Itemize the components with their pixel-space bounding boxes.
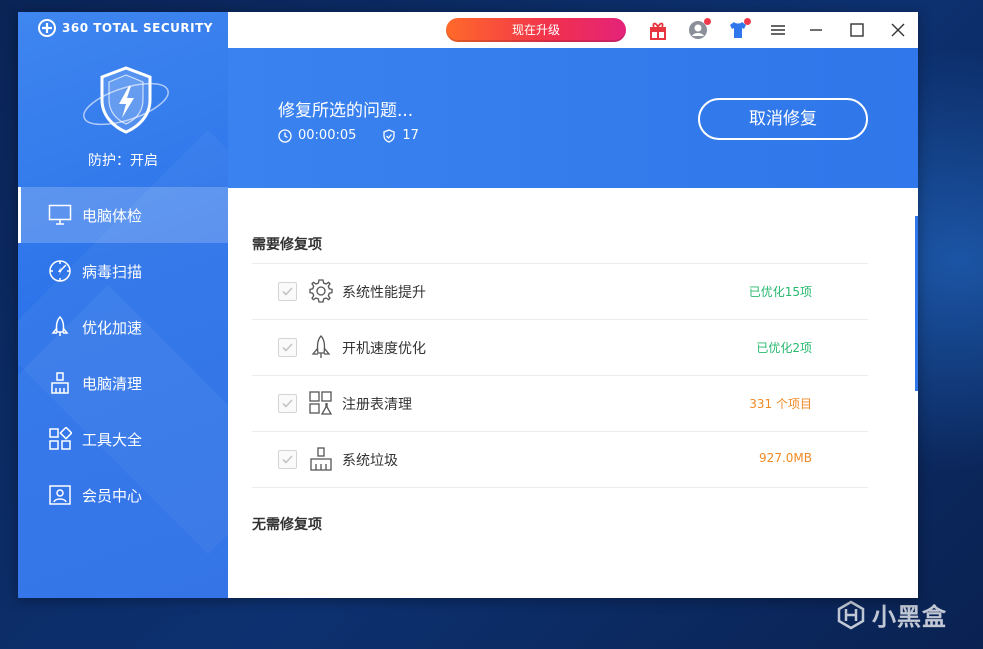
sidebar-item-label: 电脑清理: [82, 374, 143, 393]
sidebar: 360 TOTAL SECURITY 防护：开启 电脑体检 病毒扫描 优化加速 …: [18, 12, 228, 598]
item-status: 已优化2项: [756, 341, 812, 355]
item-checkbox[interactable]: [278, 282, 297, 301]
scrollbar[interactable]: [915, 216, 918, 391]
sidebar-item-label: 优化加速: [82, 318, 143, 337]
monitor-icon: [48, 203, 72, 227]
title-bar: 现在升级: [228, 12, 918, 48]
sidebar-item-label: 会员中心: [82, 486, 143, 505]
notification-dot: [744, 18, 751, 25]
close-icon[interactable]: [888, 20, 908, 40]
broom-icon: [310, 447, 332, 471]
watermark-logo-icon: [837, 600, 865, 629]
fix-item-list: 系统性能提升 已优化15项 开机速度优化 已优化2项 注册表清理 331 个项目…: [252, 263, 868, 488]
sidebar-item-cleanup[interactable]: 电脑清理: [18, 355, 228, 411]
cancel-repair-button[interactable]: 取消修复: [698, 98, 868, 140]
sidebar-item-label: 病毒扫描: [82, 262, 143, 281]
gift-icon[interactable]: [648, 20, 668, 40]
tools-grid-icon: [48, 427, 72, 451]
shield-icon: [83, 66, 169, 134]
sidebar-nav: 电脑体检 病毒扫描 优化加速 电脑清理 工具大全 会员中心: [18, 187, 228, 523]
sidebar-item-optimize[interactable]: 优化加速: [18, 299, 228, 355]
watermark-text: 小黑盒: [872, 603, 947, 631]
protection-status: 防护：开启: [88, 153, 158, 169]
brand-logo-icon: [38, 19, 56, 37]
rocket-icon: [311, 335, 331, 358]
sidebar-item-label: 电脑体检: [82, 206, 143, 225]
app-window: 360 TOTAL SECURITY 防护：开启 电脑体检 病毒扫描 优化加速 …: [18, 12, 918, 598]
issue-count: 17: [402, 128, 419, 143]
item-label: 系统垃圾: [342, 453, 398, 469]
upgrade-button[interactable]: 现在升级: [446, 18, 626, 42]
sidebar-item-label: 工具大全: [82, 430, 143, 449]
user-avatar-icon[interactable]: [688, 18, 711, 40]
radar-icon: [48, 259, 72, 283]
banner-meta: 00:00:05 17: [278, 128, 419, 143]
item-status: 已优化15项: [748, 285, 812, 299]
gear-icon: [309, 279, 333, 303]
item-label: 开机速度优化: [342, 341, 426, 357]
brand: 360 TOTAL SECURITY: [38, 19, 213, 37]
results-panel: 需要修复项 系统性能提升 已优化15项 开机速度优化 已优化2项 注册表清理 3…: [228, 188, 918, 598]
status-banner: 修复所选的问题... 00:00:05 17 取消修复: [228, 48, 918, 188]
minimize-icon[interactable]: [806, 20, 826, 40]
item-status: 927.0MB: [759, 451, 812, 465]
sidebar-item-virus-scan[interactable]: 病毒扫描: [18, 243, 228, 299]
item-status: 331 个项目: [749, 397, 812, 411]
notification-dot: [704, 18, 711, 25]
item-label: 注册表清理: [342, 397, 412, 413]
sidebar-item-tools[interactable]: 工具大全: [18, 411, 228, 467]
list-item: 系统垃圾 927.0MB: [252, 432, 868, 488]
clock-icon: [278, 128, 292, 143]
item-checkbox[interactable]: [278, 450, 297, 469]
banner-title: 修复所选的问题...: [278, 101, 414, 121]
skin-shirt-icon[interactable]: [728, 18, 751, 40]
sidebar-item-member[interactable]: 会员中心: [18, 467, 228, 523]
list-item: 开机速度优化 已优化2项: [252, 320, 868, 376]
sidebar-item-checkup[interactable]: 电脑体检: [18, 187, 228, 243]
list-item: 注册表清理 331 个项目: [252, 376, 868, 432]
shield-check-icon: [383, 128, 396, 143]
maximize-icon[interactable]: [847, 20, 867, 40]
watermark: 小黑盒: [836, 597, 947, 632]
registry-icon: [309, 391, 333, 415]
rocket-icon: [48, 315, 72, 339]
brand-text: 360 TOTAL SECURITY: [62, 21, 213, 35]
item-label: 系统性能提升: [342, 285, 426, 301]
section-title-need-fix: 需要修复项: [252, 237, 322, 253]
broom-icon: [48, 371, 72, 395]
menu-icon[interactable]: [768, 20, 788, 40]
elapsed-time: 00:00:05: [298, 128, 357, 143]
section-title-no-fix: 无需修复项: [252, 517, 322, 533]
item-checkbox[interactable]: [278, 394, 297, 413]
list-item: 系统性能提升 已优化15项: [252, 264, 868, 320]
member-card-icon: [48, 483, 72, 507]
item-checkbox[interactable]: [278, 338, 297, 357]
